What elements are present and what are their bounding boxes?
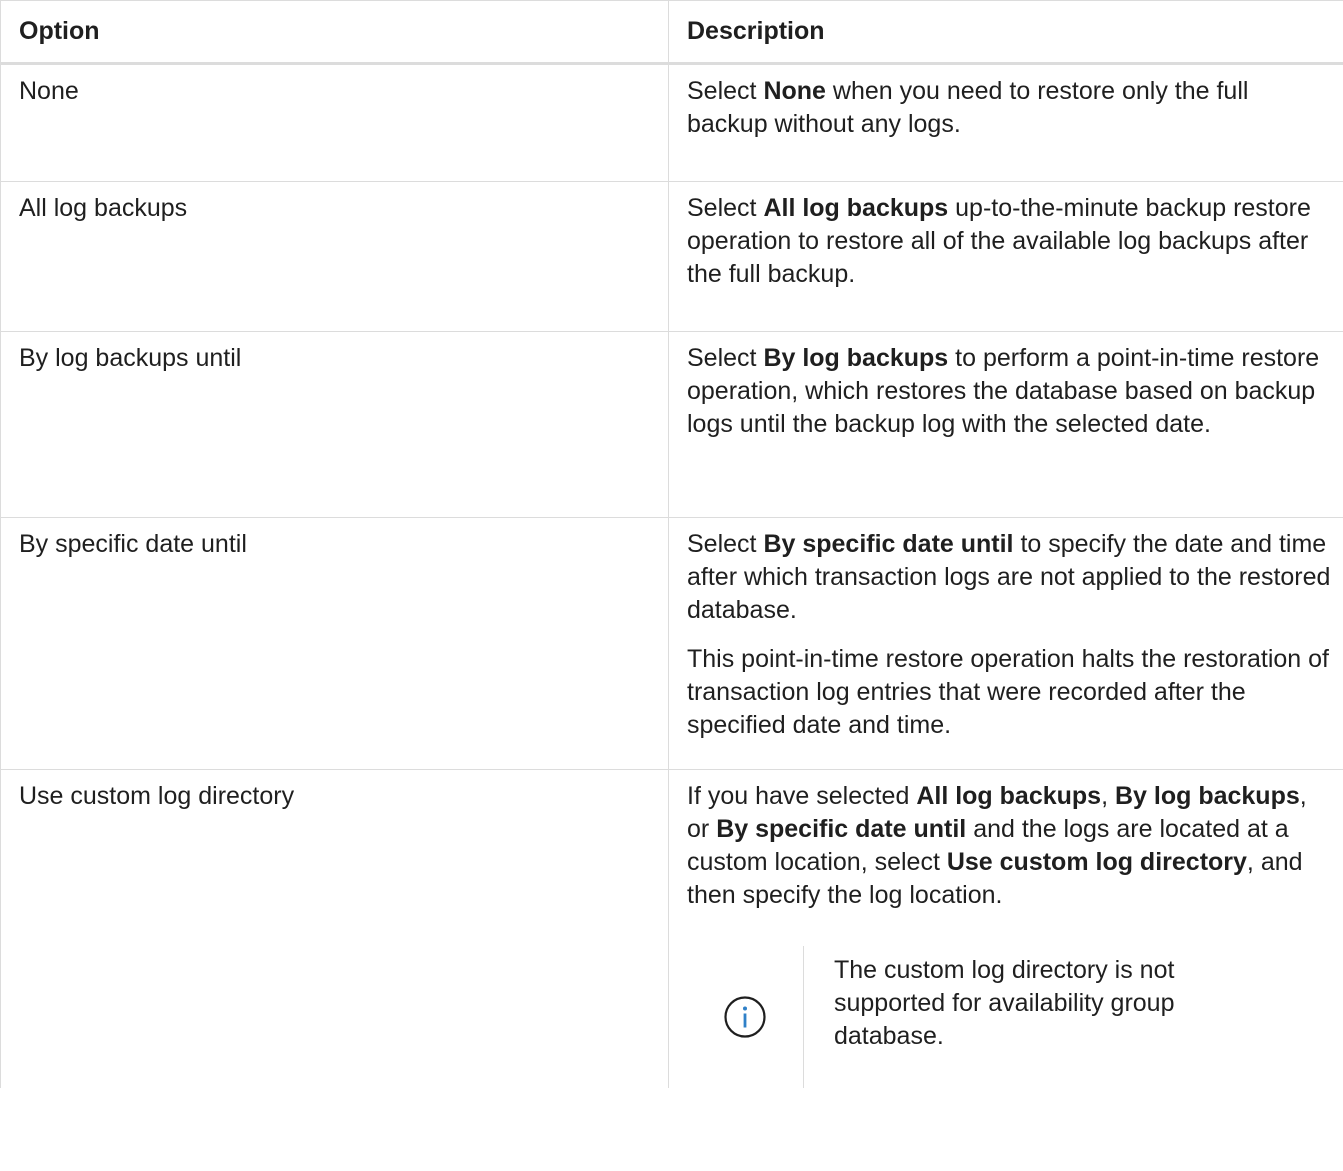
bold-option-name: By specific date until — [763, 530, 1014, 558]
description-cell: Select All log backups up-to-the-minute … — [668, 181, 1343, 332]
option-cell: Use custom log directory — [0, 769, 669, 1088]
table-row: All log backups Select All log backups u… — [0, 181, 1343, 332]
description-text: Select All log backups up-to-the-minute … — [687, 192, 1331, 291]
description-cell: Select By log backups to perform a point… — [668, 331, 1343, 518]
note-admonition: The custom log directory is not supporte… — [687, 946, 1331, 1088]
text-span: If you have selected — [687, 782, 917, 810]
text-span: Select — [687, 77, 764, 105]
table-row: Use custom log directory If you have sel… — [0, 769, 1343, 1088]
table-row: None Select None when you need to restor… — [0, 63, 1343, 182]
bold-option-name: All log backups — [763, 194, 949, 222]
note-text: The custom log directory is not supporte… — [834, 956, 1175, 1050]
bold-option-name: By log backups — [763, 344, 949, 372]
description-text: If you have selected All log backups, By… — [687, 780, 1331, 912]
text-span: Select — [687, 194, 764, 222]
option-cell: By specific date until — [0, 517, 669, 770]
column-header-description: Description — [668, 0, 1343, 65]
column-header-option: Option — [0, 0, 669, 65]
description-second-paragraph: This point-in-time restore operation hal… — [687, 645, 1329, 739]
option-cell: By log backups until — [0, 331, 669, 518]
option-cell: All log backups — [0, 181, 669, 332]
description-text: Select None when you need to restore onl… — [687, 75, 1331, 141]
table-row: By specific date until Select By specifi… — [0, 517, 1343, 770]
description-text: Select By log backups to perform a point… — [687, 342, 1331, 441]
bold-option-name: Use custom log directory — [946, 848, 1247, 876]
bold-option-name: None — [763, 77, 826, 105]
description-cell: If you have selected All log backups, By… — [668, 769, 1343, 1088]
table-header-row: Option Description — [0, 0, 1343, 65]
description-text: Select By specific date until to specify… — [687, 528, 1331, 627]
note-icon-cell — [687, 946, 804, 1088]
option-cell: None — [0, 63, 669, 182]
bold-option-name: By specific date until — [716, 815, 967, 843]
bold-option-name: By log backups — [1114, 782, 1300, 810]
bold-option-name: All log backups — [916, 782, 1102, 810]
options-table: Option Description None Select None when… — [0, 0, 1343, 1088]
description-cell: Select None when you need to restore onl… — [668, 63, 1343, 182]
table-row: By log backups until Select By log backu… — [0, 331, 1343, 518]
text-span: , — [1101, 782, 1115, 810]
text-span: Select — [687, 530, 764, 558]
description-cell: Select By specific date until to specify… — [668, 517, 1343, 770]
text-span: Select — [687, 344, 764, 372]
info-icon — [724, 996, 766, 1038]
